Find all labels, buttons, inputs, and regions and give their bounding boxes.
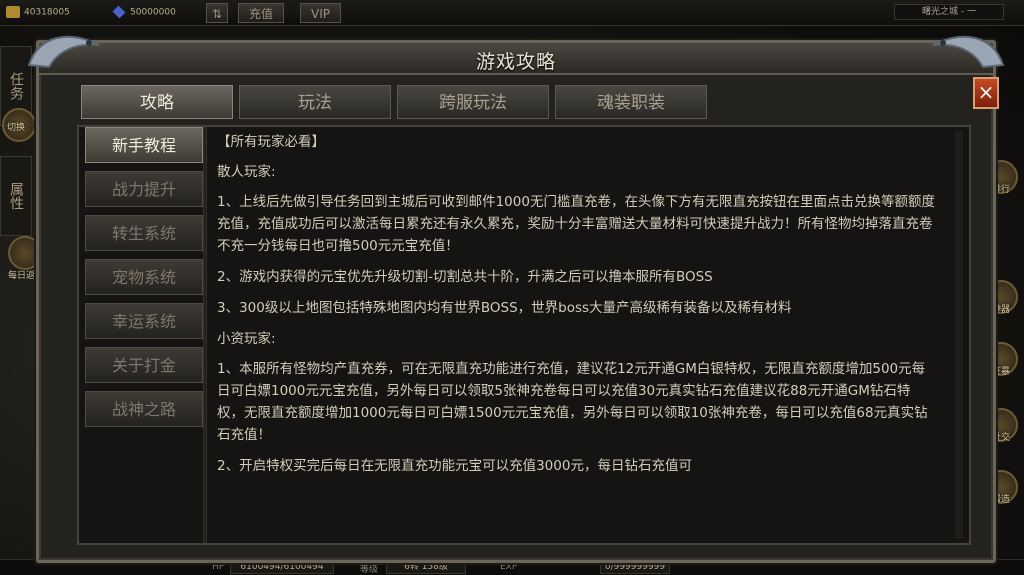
attribute-tab[interactable]: 属性: [0, 156, 32, 236]
dialog-titlebar[interactable]: 游戏攻略: [27, 35, 1005, 75]
sidebar-item-war-god-road[interactable]: 战神之路: [85, 391, 203, 427]
guide-sidebar: 新手教程 战力提升 转生系统 宠物系统 幸运系统 关于打金 战神之路: [83, 127, 203, 543]
diamond-value: 50000000: [130, 7, 176, 18]
diamond-counter: 50000000: [112, 5, 176, 19]
gold-value: 40318005: [24, 7, 70, 18]
exchange-icon[interactable]: ⇅: [206, 3, 228, 23]
close-button[interactable]: ×: [973, 77, 999, 109]
content-paragraph: 2、开启特权买完后每日在无限直充功能元宝可以充值3000元，每日钻石充值可: [217, 458, 692, 474]
section-title-solo: 散人玩家:: [217, 164, 276, 180]
content-paragraph: 3、300级以上地图包括特殊地图内均有世界BOSS，世界boss大量产高级稀有装…: [217, 300, 792, 316]
hp-label: HP: [212, 562, 225, 572]
content-scrollbar[interactable]: [955, 131, 963, 539]
switch-label: 切换: [7, 123, 26, 133]
content-paragraph: 1、上线后先做引导任务回到主城后可收到邮件1000无门槛直充卷，在头像下方有无限…: [217, 194, 935, 254]
top-hud-bar: 40318005 50000000 ⇅ 充值 VIP 曙光之城 - 一: [0, 0, 1024, 26]
guide-panel: 新手教程 战力提升 转生系统 宠物系统 幸运系统 关于打金 战神之路 【所有玩家…: [77, 125, 971, 545]
game-guide-dialog: 游戏攻略 × 攻略 玩法 跨服玩法 魂装职装 新手教程 战力提升 转生系统 宠物…: [27, 35, 1005, 563]
sidebar-item-luck[interactable]: 幸运系统: [85, 303, 203, 339]
sidebar-item-pet[interactable]: 宠物系统: [85, 259, 203, 295]
exp-label: EXP: [500, 562, 518, 572]
recharge-button[interactable]: 充值: [238, 3, 285, 23]
sidebar-item-newbie-tutorial[interactable]: 新手教程: [85, 127, 203, 163]
gold-counter: 40318005: [6, 6, 70, 18]
vip-button[interactable]: VIP: [300, 3, 341, 23]
content-paragraph: 1、本服所有怪物均产直充券，可在无限直充功能进行充值，建议花12元开通GM白银特…: [217, 361, 928, 443]
tab-soul-gear[interactable]: 魂装职装: [555, 85, 707, 119]
switch-button[interactable]: 切换: [2, 108, 36, 142]
dialog-title: 游戏攻略: [475, 51, 556, 73]
content-paragraph: 2、游戏内获得的元宝优先升级切割-切割总共十阶，升满之后可以撸本服所有BOSS: [217, 269, 713, 285]
tab-gameplay[interactable]: 玩法: [239, 85, 391, 119]
sidebar-item-gold-farming[interactable]: 关于打金: [85, 347, 203, 383]
map-name: 曙光之城 - 一: [894, 4, 1004, 20]
section-title-small-spender: 小资玩家:: [217, 331, 276, 347]
dragon-ornament-right-icon: [932, 35, 1005, 69]
level-label: 等级: [360, 565, 379, 575]
gold-icon: [6, 6, 20, 18]
sidebar-item-rebirth[interactable]: 转生系统: [85, 215, 203, 251]
content-heading: 【所有玩家必看】: [217, 134, 325, 150]
guide-content[interactable]: 【所有玩家必看】 散人玩家: 1、上线后先做引导任务回到主城后可收到邮件1000…: [217, 131, 937, 543]
diamond-icon: [112, 5, 126, 19]
tab-cross-server[interactable]: 跨服玩法: [397, 85, 549, 119]
sidebar-item-power-up[interactable]: 战力提升: [85, 171, 203, 207]
tab-strategy[interactable]: 攻略: [81, 85, 233, 119]
sidebar-divider: [203, 127, 207, 543]
